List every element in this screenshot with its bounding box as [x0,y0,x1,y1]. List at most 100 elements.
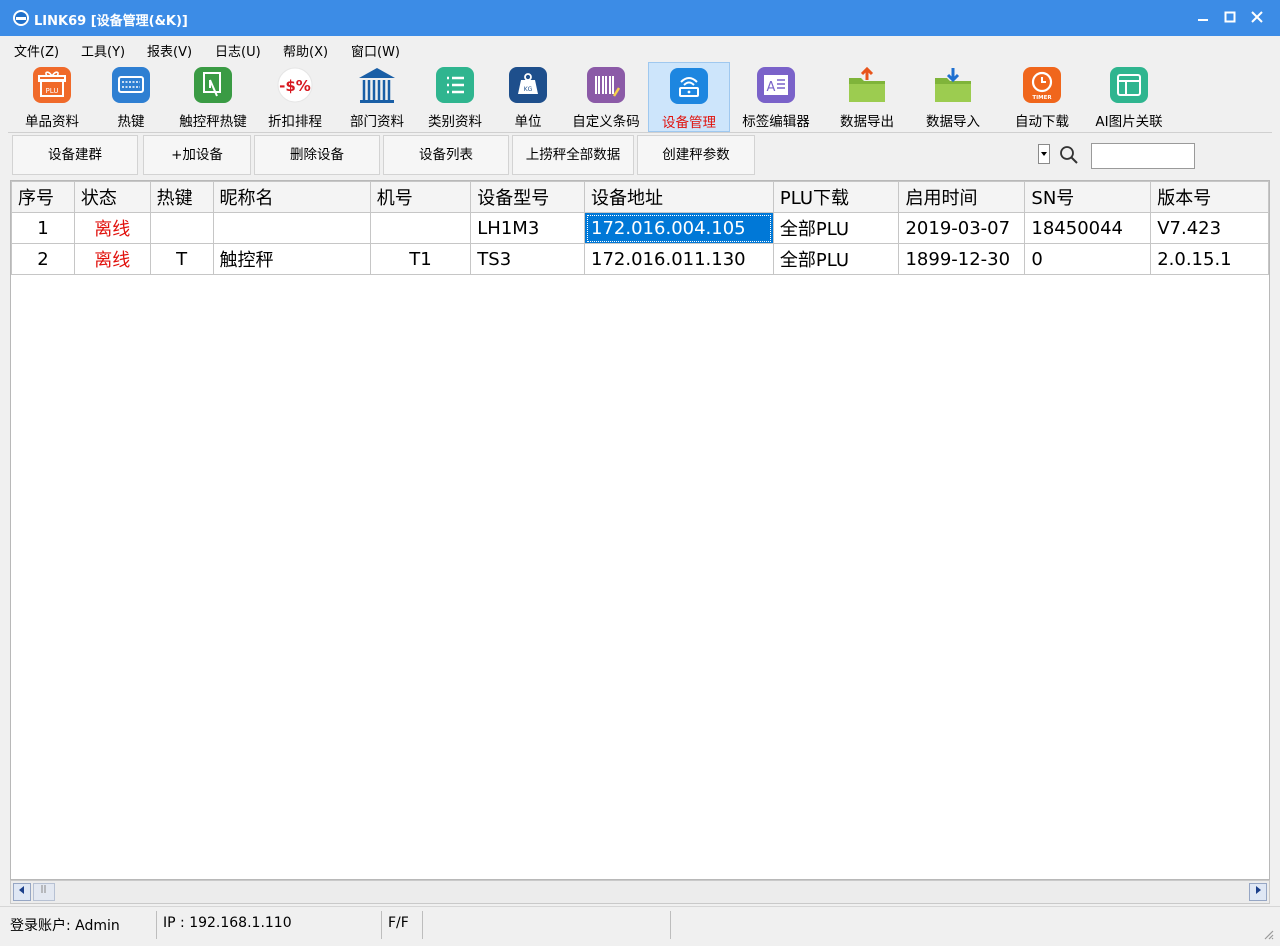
tool-touch-scale-hotkeys[interactable]: 触控秤热键 [170,62,256,130]
search-dropdown[interactable] [1038,144,1050,164]
cell-model[interactable]: LH1M3 [470,212,586,244]
create-group-button[interactable]: 设备建群 [12,135,138,175]
cell-version[interactable]: V7.423 [1150,212,1269,244]
column-header[interactable]: PLU下载 [772,181,900,213]
resize-grip-icon[interactable] [1262,928,1274,940]
barcode-icon [587,67,625,103]
scroll-thumb[interactable] [33,883,55,901]
column-header[interactable]: 设备型号 [470,181,586,213]
column-header[interactable]: 热键 [149,181,214,213]
column-header[interactable]: 昵称名 [212,181,371,213]
list-icon [436,67,474,103]
cell-version[interactable]: 2.0.15.1 [1150,243,1269,275]
close-button[interactable] [1244,6,1270,30]
cell-machine-no[interactable] [369,212,472,244]
menu-log[interactable]: 日志(U) [215,41,261,60]
add-device-button[interactable]: +加设备 [143,135,251,175]
cell-enable-time[interactable]: 2019-03-07 [898,212,1026,244]
cell-sn[interactable]: 0 [1024,243,1152,275]
minimize-icon [1198,19,1208,21]
menu-tools[interactable]: 工具(Y) [81,41,125,60]
restore-icon [1224,11,1236,23]
menu-help[interactable]: 帮助(X) [283,41,328,60]
minimize-button[interactable] [1190,6,1216,30]
table-row[interactable]: 2 离线 T 触控秤 T1 TS3 172.016.011.130 全部PLU … [11,243,1269,275]
keyboard-icon [112,67,150,103]
table-row[interactable]: 1 离线 LH1M3 172.016.004.105 全部PLU 2019-03… [11,212,1269,244]
tool-label: 单位 [514,114,542,130]
app-window: LINK69 [设备管理(&K)] 文件(Z) 工具(Y) 报表(V) 日志(U… [0,0,1280,946]
cell-status[interactable]: 离线 [73,243,151,275]
action-bar: 设备建群 +加设备 删除设备 设备列表 上捞秤全部数据 创建秤参数 [8,133,1272,179]
title-bar[interactable]: LINK69 [设备管理(&K)] [0,0,1280,36]
tool-label-editor[interactable]: A 标签编辑器 [734,62,818,130]
cell-sn[interactable]: 18450044 [1024,212,1152,244]
close-icon [1251,11,1263,23]
cell-model[interactable]: TS3 [470,243,586,275]
column-header[interactable]: 序号 [11,181,75,213]
cell-nickname[interactable]: 触控秤 [212,243,371,275]
tool-custom-barcode[interactable]: 自定义条码 [566,62,646,130]
cell-index[interactable]: 2 [11,243,75,275]
scroll-right-button[interactable] [1249,883,1267,901]
column-header[interactable]: 设备地址 [584,181,774,213]
cell-plu-download[interactable]: 全部PLU [772,212,900,244]
bank-building-icon [359,68,395,103]
cell-hotkey[interactable] [149,212,214,244]
column-header[interactable]: SN号 [1024,181,1152,213]
tool-category-data[interactable]: 类别资料 [420,62,490,130]
cell-hotkey[interactable]: T [149,243,214,275]
cell-address[interactable]: 172.016.011.130 [584,243,774,275]
tool-discount-schedule[interactable]: -$% 折扣排程 [260,62,330,130]
menu-file[interactable]: 文件(Z) [14,41,59,60]
menu-reports[interactable]: 报表(V) [147,41,192,60]
app-logo-icon [13,10,29,26]
table-header-row: 序号 状态 热键 昵称名 机号 设备型号 设备地址 PLU下载 启用时间 SN号… [11,181,1269,213]
tool-plu-data[interactable]: PLU 单品资料 [12,62,92,130]
tool-ai-image-link[interactable]: AI图片关联 [1086,62,1172,130]
tool-hotkeys[interactable]: 热键 [96,62,166,130]
column-header[interactable]: 状态 [73,181,151,213]
touch-scale-icon [194,67,232,103]
delete-device-button[interactable]: 删除设备 [254,135,380,175]
tool-device-management[interactable]: 设备管理 [648,62,730,132]
weight-unit-icon: KG [509,67,547,103]
status-flag: F/F [388,915,409,931]
menu-bar: 文件(Z) 工具(Y) 报表(V) 日志(U) 帮助(X) 窗口(W) [0,36,1280,62]
column-header[interactable]: 版本号 [1150,181,1269,213]
upload-all-scale-data-button[interactable]: 上捞秤全部数据 [512,135,634,175]
column-header[interactable]: 启用时间 [898,181,1026,213]
horizontal-scrollbar[interactable] [10,880,1270,904]
cell-enable-time[interactable]: 1899-12-30 [898,243,1026,275]
cell-index[interactable]: 1 [11,212,75,244]
cell-nickname[interactable] [212,212,371,244]
cell-status[interactable]: 离线 [73,212,151,244]
device-grid: 序号 状态 热键 昵称名 机号 设备型号 设备地址 PLU下载 启用时间 SN号… [10,180,1270,880]
tool-data-import[interactable]: 数据导入 [916,62,990,130]
status-divider [381,911,382,939]
tool-auto-download[interactable]: TIMER 自动下载 [1002,62,1082,130]
column-header[interactable]: 机号 [369,181,472,213]
scroll-left-button[interactable] [13,883,31,901]
folder-import-icon [935,68,971,102]
search-icon[interactable] [1059,145,1079,165]
cell-machine-no[interactable]: T1 [369,243,472,275]
tool-label: 数据导入 [926,114,980,130]
svg-text:-$%: -$% [279,77,311,95]
restore-button[interactable] [1217,6,1243,30]
svg-text:KG: KG [524,86,533,93]
tool-label: 数据导出 [840,114,894,130]
cell-plu-download[interactable]: 全部PLU [772,243,900,275]
tool-label: 自动下载 [1015,114,1069,130]
cell-address[interactable]: 172.016.004.105 [584,212,774,244]
tool-unit[interactable]: KG 单位 [498,62,558,130]
tool-data-export[interactable]: 数据导出 [830,62,904,130]
status-divider [670,911,671,939]
search-input[interactable] [1091,143,1195,169]
arrow-left-icon [19,886,24,894]
create-scale-params-button[interactable]: 创建秤参数 [637,135,755,175]
tool-department-data[interactable]: 部门资料 [342,62,412,130]
device-list-button[interactable]: 设备列表 [383,135,509,175]
menu-window[interactable]: 窗口(W) [351,41,400,60]
window-title: LINK69 [设备管理(&K)] [34,14,188,29]
